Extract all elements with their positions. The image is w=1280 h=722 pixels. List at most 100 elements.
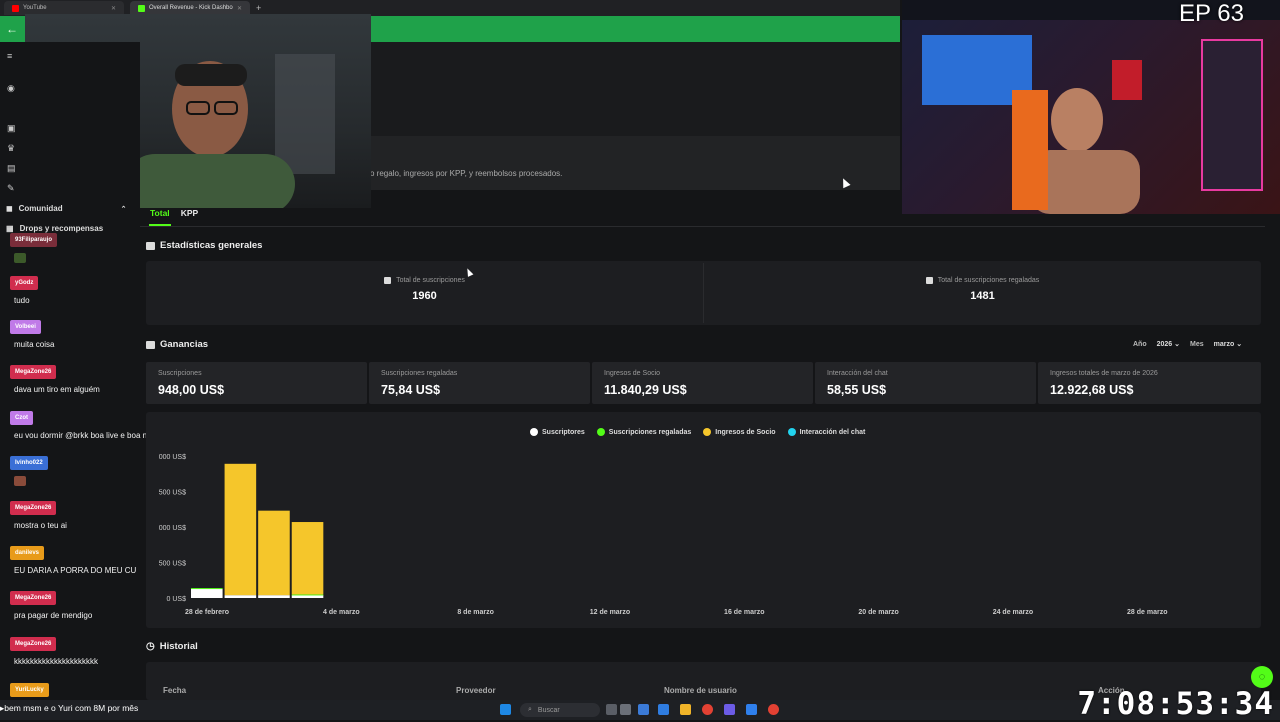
ticker-text: bem msm e o Yuri com 8M por mês — [4, 703, 139, 713]
menu-icon[interactable]: ≡ — [7, 52, 16, 61]
column-header-proveedor[interactable]: Proveedor — [456, 686, 496, 695]
new-tab-button[interactable]: + — [256, 3, 261, 13]
earnings-label: Interacción del chat — [827, 370, 888, 377]
chrome-icon[interactable] — [768, 704, 779, 715]
legend-dot — [596, 428, 605, 436]
chart-bar-segment[interactable] — [191, 588, 223, 598]
chat-username-badge[interactable]: danilevs — [10, 546, 45, 560]
trophy-icon[interactable]: ♛ — [7, 144, 16, 153]
year-select[interactable]: 2026 ⌄ — [1157, 340, 1180, 348]
tab-total[interactable]: Total — [150, 208, 170, 218]
y-tick-label: 500 US$ — [159, 561, 186, 568]
stat-total-subs: Total de suscripciones 1960 — [146, 277, 703, 302]
browser-tab-kick[interactable]: Overall Revenue - Kick Dashbo ✕ — [130, 1, 250, 15]
stream-timer: 7:08:53:34 — [1077, 686, 1274, 722]
chat-message: muita coisa — [14, 340, 55, 349]
sidebar-item-label: Drops y recompensas — [19, 224, 104, 233]
chat-message: kkkkkkkkkkkkkkkkkkkkk — [14, 657, 98, 666]
month-select[interactable]: marzo ⌄ — [1214, 340, 1242, 348]
sidebar-item-drops[interactable]: ▦ Drops y recompensas — [6, 224, 103, 233]
chat-emote-icon — [14, 253, 26, 263]
discord-icon[interactable] — [724, 704, 735, 715]
legend-dot — [787, 428, 796, 436]
users-icon: ◼ — [6, 204, 13, 213]
search-placeholder: Buscar — [537, 706, 560, 714]
earnings-label: Suscripciones regaladas — [381, 370, 458, 377]
section-title: Estadísticas generales — [160, 240, 263, 251]
close-icon[interactable]: ✕ — [237, 5, 242, 12]
legend-dot — [703, 428, 712, 436]
sidebar-item-label: Comunidad — [18, 204, 63, 213]
chat-username-badge[interactable]: YuriLucky — [10, 683, 49, 697]
chat-username-badge[interactable]: MegaZone26 — [10, 637, 57, 651]
widgets-icon[interactable] — [620, 704, 631, 715]
tab-kpp[interactable]: KPP — [181, 208, 198, 218]
chart-bar-segment[interactable] — [224, 463, 257, 596]
chat-username-badge[interactable]: MegaZone26 — [10, 501, 57, 515]
broadcast-icon[interactable]: ◉ — [7, 84, 16, 93]
legend-item[interactable]: Interacción del chat — [787, 428, 865, 436]
chart-bar-segment[interactable] — [291, 595, 324, 598]
chart-bar-segment[interactable] — [291, 594, 324, 596]
close-icon[interactable]: ✕ — [111, 5, 116, 12]
edge-icon[interactable] — [658, 704, 669, 715]
taskbar-search[interactable]: ⌕ Buscar — [520, 703, 600, 717]
chrome-icon[interactable] — [702, 704, 713, 715]
webcam-feed-right: EP 63 — [902, 0, 1280, 214]
chat-ticker: ▸bem msm e o Yuri com 8M por mês — [0, 703, 138, 714]
earnings-label: Suscripciones — [158, 370, 202, 377]
legend-label: Suscriptores — [542, 428, 585, 436]
task-view-icon[interactable] — [606, 704, 617, 715]
chat-username-badge[interactable]: Ivinho022 — [10, 456, 48, 470]
legend-item[interactable]: Suscripciones regaladas — [596, 428, 691, 436]
dashboard-icon[interactable]: ▣ — [7, 124, 16, 133]
active-tab-indicator — [149, 224, 171, 226]
list-icon[interactable]: ▤ — [7, 164, 16, 173]
episode-label: EP 63 — [1179, 0, 1244, 27]
earnings-label: Ingresos de Socio — [604, 370, 661, 377]
gift-icon: ▦ — [6, 224, 14, 233]
file-explorer-icon[interactable] — [638, 704, 649, 715]
x-tick-label: 24 de marzo — [993, 609, 1033, 616]
legend-item[interactable]: Ingresos de Socio — [703, 428, 776, 436]
chevron-up-icon: ⌃ — [120, 205, 127, 213]
column-header-usuario[interactable]: Nombre de usuario — [664, 686, 737, 695]
browser-tab-youtube[interactable]: YouTube ✕ — [4, 1, 124, 15]
earnings-value: 11.840,29 US$ — [604, 383, 687, 397]
stat-label: Total de suscripciones regaladas — [937, 277, 1040, 284]
tools-icon[interactable]: ✎ — [7, 184, 16, 193]
chart-bar-segment[interactable] — [291, 522, 324, 595]
chart-icon — [384, 277, 392, 284]
windows-start-icon[interactable] — [500, 704, 511, 715]
y-tick-label: 000 US$ — [159, 525, 186, 532]
sidebar-item-comunidad[interactable]: ◼ Comunidad ⌃ — [6, 204, 127, 213]
chat-username-badge[interactable]: Czot — [10, 411, 33, 425]
chart-bar-segment[interactable] — [224, 595, 257, 598]
chat-username-badge[interactable]: 93Filiparaujo — [10, 233, 58, 247]
chat-username-badge[interactable]: Volbeei — [10, 320, 41, 334]
room-scene — [902, 0, 1280, 214]
folder-icon[interactable] — [680, 704, 691, 715]
column-header-fecha[interactable]: Fecha — [163, 686, 186, 695]
chart-bar-segment[interactable] — [258, 595, 290, 598]
chevron-down-icon: ⌄ — [1174, 341, 1181, 348]
youtube-icon — [12, 4, 19, 12]
chat-username-badge[interactable]: MegaZone26 — [10, 365, 57, 379]
app-icon[interactable] — [746, 704, 757, 715]
chat-message: EU DARIA A PORRA DO MEU CU — [14, 566, 137, 575]
chart-icon — [925, 277, 933, 284]
legend-item[interactable]: Suscriptores — [530, 428, 585, 436]
chat-message: pra pagar de mendigo — [14, 611, 93, 620]
back-arrow-icon[interactable]: ← — [6, 22, 18, 36]
x-tick-label: 16 de marzo — [724, 609, 764, 616]
chat-username-badge[interactable]: MegaZone26 — [10, 591, 57, 605]
chart-bar-segment[interactable] — [258, 510, 290, 596]
chat-username-badge[interactable]: yGodz — [10, 276, 39, 290]
earnings-cell-subs: Suscripciones 948,00 US$ — [146, 362, 367, 404]
period-filters: Año 2026 ⌄ Mes marzo ⌄ — [1133, 340, 1242, 349]
kick-icon — [138, 4, 145, 12]
chat-bubble-icon[interactable]: ◌ — [1251, 666, 1273, 688]
tab-title: Overall Revenue - Kick Dashbo — [149, 5, 233, 11]
y-tick-label: 000 US$ — [159, 454, 186, 461]
chart-bar-segment[interactable] — [191, 588, 223, 590]
